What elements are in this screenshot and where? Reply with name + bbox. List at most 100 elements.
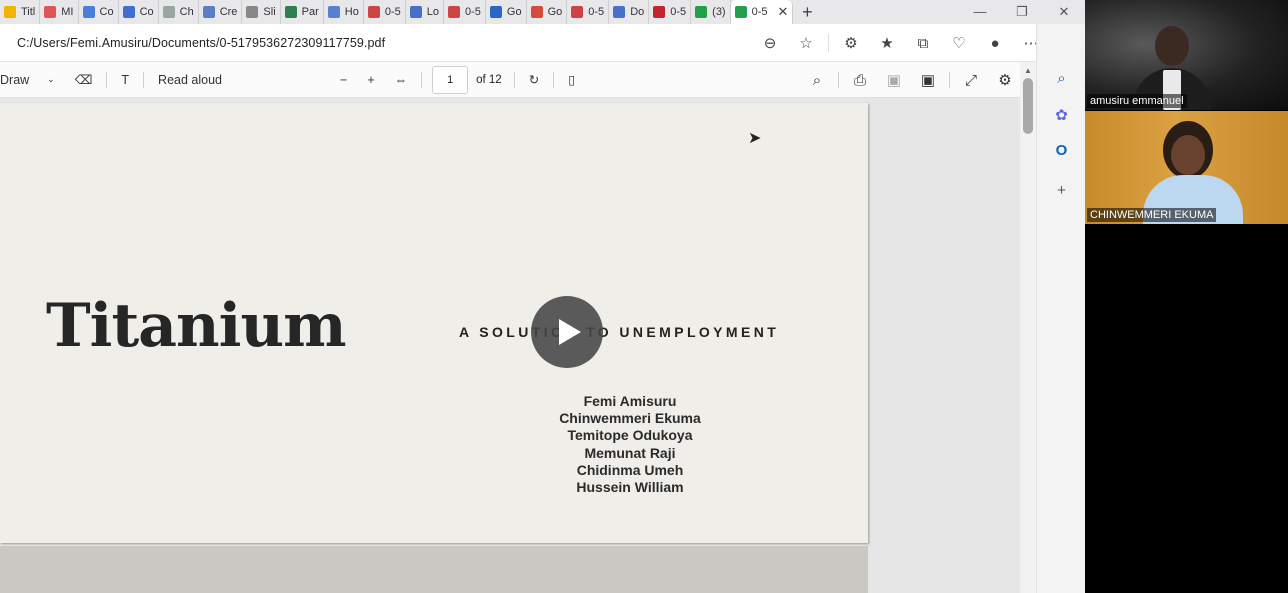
browser-tab[interactable]: 0-5: [567, 0, 610, 24]
active-tab[interactable]: 0-5 ✕: [730, 0, 794, 24]
author-name: Hussein William: [576, 479, 684, 496]
favorites-icon[interactable]: ★: [869, 34, 905, 52]
minimize-icon[interactable]: —: [959, 0, 1001, 24]
settings-gear-icon[interactable]: ⚙: [988, 71, 1022, 89]
browser-tab[interactable]: MI: [40, 0, 79, 24]
scroll-up-icon[interactable]: ▲: [1024, 66, 1032, 75]
tab-favicon-icon: [122, 6, 135, 18]
save-icon[interactable]: ▣: [877, 71, 911, 89]
tab-label: Titl: [21, 6, 36, 18]
author-name: Chidinma Umeh: [576, 461, 684, 478]
browser-tab[interactable]: Do: [609, 0, 650, 24]
browser-tab[interactable]: Go: [527, 0, 568, 24]
browser-tab[interactable]: Ho: [324, 0, 364, 24]
pdf-toolbar: Draw ⌄ ⌫ T Read aloud − + ⇔ 1 of 12 ↻ ▯ ⌕…: [0, 62, 1036, 98]
browser-tab[interactable]: Ch: [159, 0, 199, 24]
browser-tab[interactable]: Lo: [406, 0, 444, 24]
participant-video: CHINWEMMERI EKUMA: [1085, 111, 1288, 224]
tab-favicon-icon: [44, 6, 57, 18]
tab-label: Do: [630, 6, 645, 18]
browser-tab[interactable]: Par: [281, 0, 324, 24]
browser-tab[interactable]: 0-5: [364, 0, 406, 24]
rotate-icon[interactable]: ↻: [519, 72, 549, 87]
zoom-out-button[interactable]: −: [330, 73, 357, 87]
browser-tab[interactable]: 0-5: [444, 0, 486, 24]
tab-favicon-icon: [284, 6, 297, 18]
author-name: Chinwemmeri Ekuma: [559, 410, 701, 427]
browser-tab[interactable]: (3): [691, 0, 731, 24]
page-view-icon[interactable]: ▯: [558, 72, 585, 87]
browser-essentials-icon[interactable]: ♡: [941, 34, 977, 52]
tab-favicon-icon: [530, 6, 543, 18]
browser-tab[interactable]: Co: [119, 0, 159, 24]
video-call-panel: amusiru emmanuel CHINWEMMERI EKUMA: [1085, 0, 1288, 593]
tab-favicon-icon: [734, 6, 747, 18]
pdf-page: Titanium A SOLUTION TO UNEMPLOYMENT Femi…: [0, 103, 868, 543]
close-window-icon[interactable]: ✕: [1043, 0, 1085, 24]
tab-favicon-icon: [489, 6, 502, 18]
tab-label: Lo: [426, 6, 439, 18]
add-icon[interactable]: +: [1037, 182, 1085, 199]
tab-label: Par: [301, 6, 319, 18]
tab-label: Go: [547, 6, 563, 18]
copilot-icon[interactable]: ✿: [1037, 106, 1085, 124]
author-name: Temitope Odukoya: [567, 427, 693, 444]
tab-label: MI: [61, 6, 74, 18]
restore-icon[interactable]: ❐: [1001, 0, 1043, 24]
tab-favicon-icon: [82, 6, 95, 18]
save-as-icon[interactable]: ▣: [911, 71, 945, 89]
tab-label: Co: [99, 6, 114, 18]
tab-label: (3): [712, 6, 726, 18]
tab-favicon-icon: [367, 6, 380, 18]
fullscreen-icon[interactable]: ⤢: [954, 72, 988, 89]
browser-window: Titl MI Co Co Ch Cre Sli Par Ho 0-5 Lo 0-5 Go Go 0-5 Do…: [0, 0, 1085, 593]
tab-label: 0-5: [751, 6, 768, 18]
eraser-icon[interactable]: ⌫: [65, 72, 103, 87]
new-tab-icon[interactable]: +: [793, 2, 821, 23]
close-tab-icon[interactable]: ✕: [778, 4, 789, 20]
vertical-scrollbar[interactable]: ▲: [1020, 62, 1036, 593]
text-box-icon[interactable]: T: [111, 73, 139, 87]
read-aloud-button[interactable]: Read aloud: [148, 73, 232, 87]
outlook-icon[interactable]: O: [1037, 142, 1085, 159]
draw-button[interactable]: Draw ⌄: [0, 73, 65, 87]
pdf-viewer[interactable]: Titanium A SOLUTION TO UNEMPLOYMENT Femi…: [0, 98, 1036, 593]
tab-favicon-icon: [695, 6, 708, 18]
scrollbar-thumb[interactable]: [1023, 78, 1033, 134]
zoom-out-icon[interactable]: ⊖: [752, 34, 788, 52]
tab-strip: Titl MI Co Co Ch Cre Sli Par Ho 0-5 Lo 0-5 Go Go 0-5 Do…: [0, 0, 1085, 24]
favorite-star-icon[interactable]: ☆: [788, 34, 824, 52]
browser-tab[interactable]: Titl: [0, 0, 41, 24]
tab-favicon-icon: [246, 6, 259, 18]
browser-tab[interactable]: Sli: [242, 0, 281, 24]
browser-tab[interactable]: 0-5: [649, 0, 692, 24]
profile-avatar-icon[interactable]: ●: [977, 35, 1013, 52]
tab-label: Go: [506, 6, 522, 18]
author-name: Femi Amisuru: [583, 393, 677, 409]
url-field[interactable]: C:/Users/Femi.Amusiru/Documents/0-517953…: [17, 36, 385, 50]
tab-favicon-icon: [653, 6, 666, 18]
search-icon[interactable]: ⌕: [800, 72, 834, 89]
tab-label: Co: [139, 6, 154, 18]
tab-favicon-icon: [162, 6, 175, 18]
draw-label: Draw: [0, 72, 30, 87]
tab-label: 0-5: [384, 6, 401, 18]
extensions-icon[interactable]: ⚙: [833, 34, 869, 52]
collections-icon[interactable]: ⧉: [905, 35, 941, 52]
browser-tab[interactable]: Go: [486, 0, 527, 24]
zoom-in-button[interactable]: +: [357, 73, 384, 87]
tab-favicon-icon: [327, 6, 340, 18]
author-name: Memunat Raji: [584, 444, 676, 461]
tab-label: 0-5: [588, 6, 605, 18]
fit-width-icon[interactable]: ⇔: [385, 73, 418, 87]
browser-tab[interactable]: Cre: [199, 0, 243, 24]
tab-label: 0-5: [670, 6, 687, 18]
page-number-input[interactable]: 1: [432, 65, 469, 94]
search-icon[interactable]: ⌕: [1037, 70, 1085, 87]
tab-favicon-icon: [448, 6, 460, 18]
play-button-icon[interactable]: [531, 296, 603, 368]
document-subtitle: A SOLUTION TO UNEMPLOYMENT: [459, 324, 780, 340]
print-icon[interactable]: ⎙: [843, 72, 877, 89]
browser-tab[interactable]: Co: [79, 0, 119, 24]
tab-label: Ch: [179, 6, 194, 18]
